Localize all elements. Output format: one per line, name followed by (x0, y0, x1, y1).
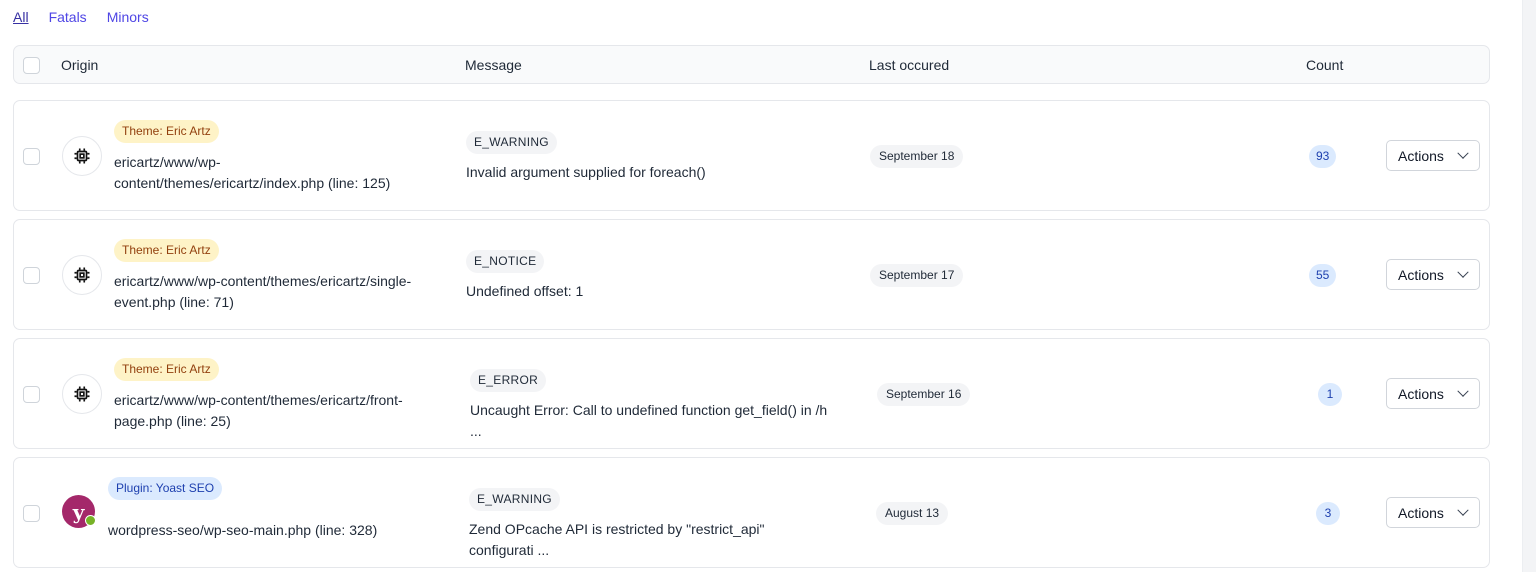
table-header: Origin Message Last occured Count (13, 45, 1490, 84)
origin-path: wordpress-seo/wp-seo-main.php (line: 328… (108, 522, 378, 538)
cpu-chip-icon (62, 255, 102, 295)
actions-button[interactable]: Actions (1386, 140, 1480, 171)
last-occured-badge: September 17 (870, 264, 964, 287)
actions-button[interactable]: Actions (1386, 378, 1480, 409)
error-type-badge: E_ERROR (470, 369, 547, 392)
count-badge: 1 (1318, 383, 1342, 406)
filter-minors[interactable]: Minors (107, 9, 149, 25)
actions-label: Actions (1398, 504, 1444, 521)
error-message: Undefined offset: 1 (466, 283, 584, 299)
actions-label: Actions (1398, 147, 1444, 164)
last-occured-badge: September 16 (877, 383, 971, 406)
origin-badge: Theme: Eric Artz (114, 120, 219, 143)
origin-badge: Plugin: Yoast SEO (108, 477, 223, 500)
chevron-down-icon (1457, 266, 1469, 278)
actions-button[interactable]: Actions (1386, 497, 1480, 528)
error-type-badge: E_WARNING (466, 131, 557, 154)
error-message: Uncaught Error: Call to undefined functi… (470, 402, 828, 439)
origin-badge: Theme: Eric Artz (114, 239, 219, 262)
column-origin: Origin (61, 57, 99, 73)
table-row: Theme: Eric Artz ericartz/www/wp-content… (13, 219, 1490, 330)
actions-label: Actions (1398, 385, 1444, 402)
count-badge: 93 (1309, 145, 1337, 168)
yoast-logo-icon: y (62, 495, 96, 528)
error-type-badge: E_WARNING (469, 488, 560, 511)
filter-fatals[interactable]: Fatals (49, 9, 87, 25)
column-message: Message (465, 57, 522, 73)
error-message: Zend OPcache API is restricted by "restr… (469, 521, 765, 558)
chevron-down-icon (1457, 504, 1469, 516)
actions-label: Actions (1398, 266, 1444, 283)
column-count: Count (1306, 57, 1344, 73)
chevron-down-icon (1457, 385, 1469, 397)
table-row: Theme: Eric Artz ericartz/www/wp- conten… (13, 100, 1490, 211)
chevron-down-icon (1457, 147, 1469, 159)
error-message: Invalid argument supplied for foreach() (466, 164, 706, 180)
origin-path: ericartz/www/wp-content/themes/ericartz/… (114, 392, 403, 429)
cpu-chip-icon (62, 374, 102, 414)
table-row: Theme: Eric Artz ericartz/www/wp-content… (13, 338, 1490, 449)
filter-all[interactable]: All (13, 9, 29, 25)
origin-path: ericartz/www/wp-content/themes/ericartz/… (114, 273, 412, 310)
count-badge: 55 (1309, 264, 1337, 287)
origin-path: ericartz/www/wp- content/themes/ericartz… (114, 154, 391, 191)
filter-tabs: All Fatals Minors (13, 9, 149, 25)
row-checkbox[interactable] (23, 148, 40, 165)
row-checkbox[interactable] (23, 386, 40, 403)
last-occured-badge: August 13 (876, 502, 949, 525)
row-checkbox[interactable] (23, 267, 40, 284)
count-badge: 3 (1316, 502, 1340, 525)
last-occured-badge: September 18 (870, 145, 964, 168)
error-type-badge: E_NOTICE (466, 250, 545, 273)
error-log-page: All Fatals Minors Origin Message Last oc… (0, 0, 1536, 572)
select-all-checkbox[interactable] (23, 57, 40, 74)
origin-badge: Theme: Eric Artz (114, 358, 219, 381)
row-checkbox[interactable] (23, 505, 40, 522)
cpu-chip-icon (62, 136, 102, 176)
column-last-occured: Last occured (869, 57, 950, 73)
actions-button[interactable]: Actions (1386, 259, 1480, 290)
scrollbar-track[interactable] (1522, 0, 1536, 572)
table-row: y Plugin: Yoast SEO wordpress-seo/wp-seo… (13, 457, 1490, 568)
